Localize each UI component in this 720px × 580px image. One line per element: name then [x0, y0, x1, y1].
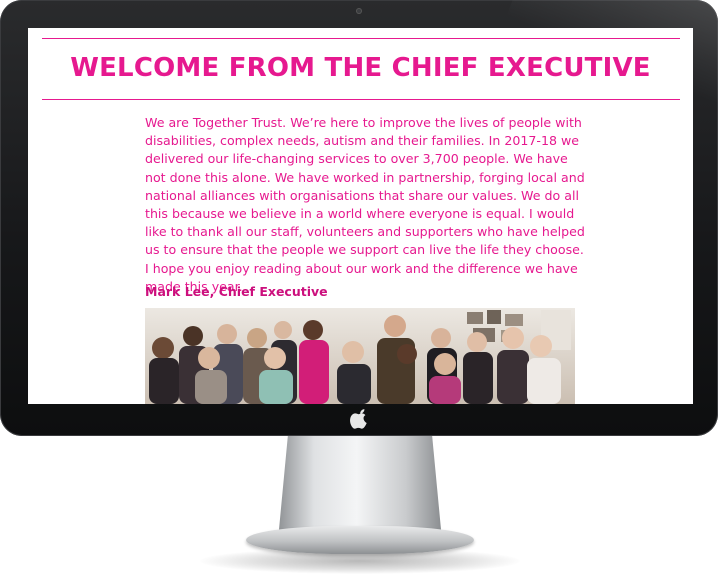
group-photo-illustration [145, 308, 575, 404]
title-divider-top [42, 38, 680, 39]
title-divider-bottom [42, 99, 680, 100]
intro-paragraph: We are Together Trust. We’re here to imp… [145, 115, 585, 294]
monitor-stand-base [246, 526, 474, 554]
website-screen: WELCOME FROM THE CHIEF EXECUTIVE We are … [28, 28, 693, 404]
monitor-bezel: WELCOME FROM THE CHIEF EXECUTIVE We are … [0, 0, 718, 436]
apple-logo-icon [350, 409, 367, 429]
page-title: WELCOME FROM THE CHIEF EXECUTIVE [70, 53, 651, 83]
signature: Mark Lee, Chief Executive [145, 284, 328, 299]
camera-icon [356, 8, 362, 14]
staff-group-photo [145, 308, 575, 404]
monitor-stand [278, 436, 442, 540]
